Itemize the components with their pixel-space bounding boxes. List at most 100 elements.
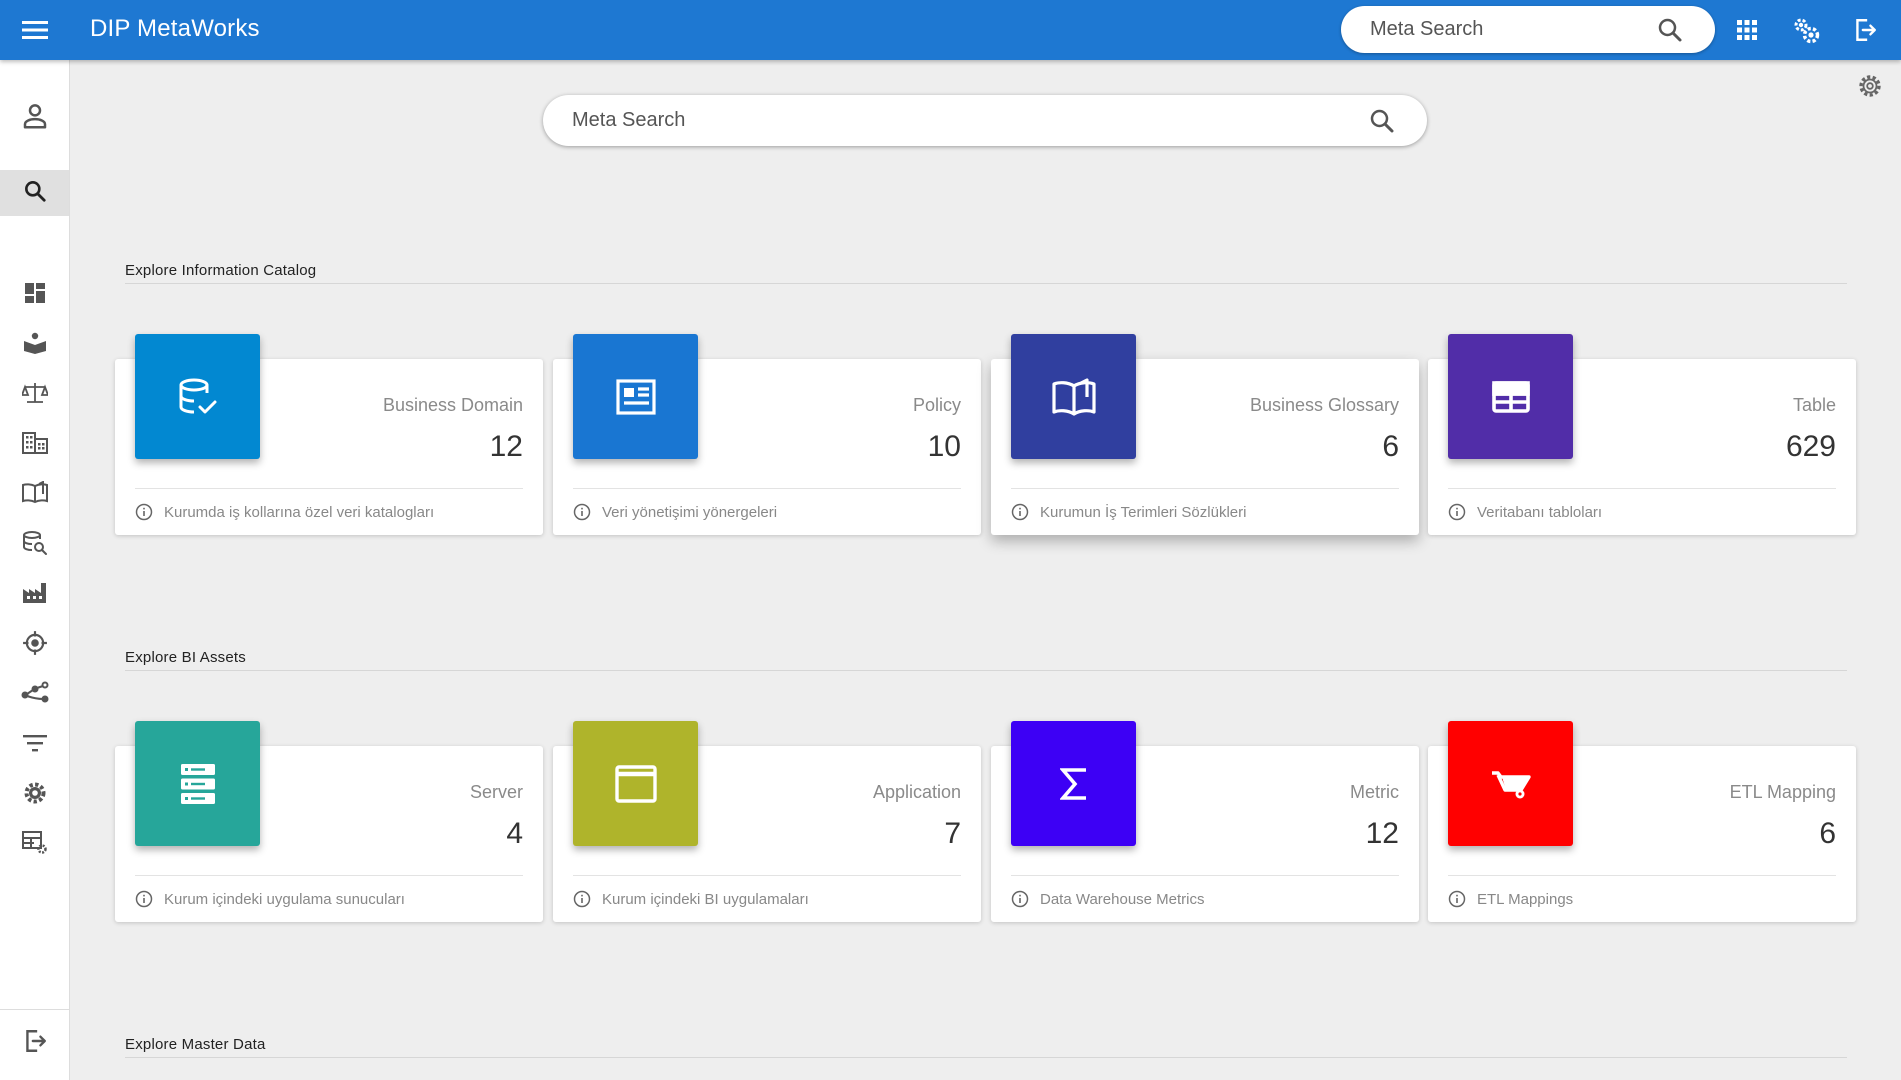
card-server[interactable]: Server 4 Kurum içindeki uygulama sunucul… <box>115 721 543 922</box>
info-icon <box>1448 503 1466 521</box>
card-application[interactable]: Application 7 Kurum içindeki BI uygulama… <box>553 721 981 922</box>
section-title-bi-assets: Explore BI Assets <box>125 649 246 666</box>
card-description: ETL Mappings <box>1477 890 1574 908</box>
top-app-bar: DIP MetaWorks <box>0 0 1901 60</box>
card-label: Table <box>1792 395 1836 415</box>
card-divider <box>573 875 961 876</box>
hamburger-menu-icon[interactable] <box>18 13 52 47</box>
lineage-icon <box>21 681 49 710</box>
card-description: Kurumun İş Terimleri Sözlükleri <box>1040 503 1247 521</box>
card-count: 10 <box>927 430 961 463</box>
logout-icon[interactable] <box>1848 13 1882 47</box>
card-label: Business Glossary <box>1249 395 1399 415</box>
card-label: Metric <box>1350 782 1399 802</box>
card-description: Veri yönetişimi yönergeleri <box>602 503 778 521</box>
table-settings-icon <box>21 830 49 861</box>
card-count: 6 <box>1819 817 1836 850</box>
info-icon <box>1448 890 1466 908</box>
card-footer: Kurumun İş Terimleri Sözlükleri <box>1011 503 1246 521</box>
reader-icon <box>23 331 47 360</box>
search-icon[interactable] <box>1655 15 1685 45</box>
card-description: Veritabanı tabloları <box>1477 503 1603 521</box>
card-label: Policy <box>912 395 961 415</box>
wheelbarrow-icon <box>1448 721 1573 846</box>
card-count: 4 <box>506 817 523 850</box>
server-icon <box>135 721 260 846</box>
nav-factory[interactable] <box>0 572 69 618</box>
card-business-glossary[interactable]: Business Glossary 6 Kurumun İş Terimleri… <box>991 334 1419 535</box>
card-count: 12 <box>1365 817 1399 850</box>
building-icon <box>21 431 48 460</box>
card-metric[interactable]: Metric 12 Data Warehouse Metrics <box>991 721 1419 922</box>
nav-lineage[interactable] <box>0 672 69 718</box>
table-icon <box>1448 334 1573 459</box>
open-book-icon <box>1011 334 1136 459</box>
database-check-icon <box>135 334 260 459</box>
card-label: Business Domain <box>382 395 523 415</box>
factory-icon <box>22 581 48 610</box>
card-count: 12 <box>489 430 523 463</box>
search-icon <box>22 178 48 209</box>
database-search-icon <box>22 530 48 561</box>
info-icon <box>573 890 591 908</box>
nav-reader[interactable] <box>0 322 69 368</box>
nav-policy-scale[interactable] <box>0 372 69 418</box>
nav-settings[interactable] <box>0 772 69 818</box>
card-etl-mapping[interactable]: ETL Mapping 6 ETL Mappings <box>1428 721 1856 922</box>
card-footer: Data Warehouse Metrics <box>1011 890 1205 908</box>
card-label: ETL Mapping <box>1729 782 1836 802</box>
nav-logout[interactable] <box>0 1020 69 1066</box>
search-icon[interactable] <box>1367 106 1397 136</box>
section-divider <box>125 670 1847 671</box>
section-title-master-data: Explore Master Data <box>125 1036 266 1053</box>
scale-icon <box>20 381 49 410</box>
section-title-information-catalog: Explore Information Catalog <box>125 262 317 279</box>
card-divider <box>573 488 961 489</box>
nav-filter[interactable] <box>0 722 69 768</box>
nav-profile[interactable] <box>0 92 69 144</box>
card-footer: Kurum içindeki uygulama sunucuları <box>135 890 405 908</box>
window-icon <box>573 721 698 846</box>
card-table[interactable]: Table 629 Veritabanı tabloları <box>1428 334 1856 535</box>
apps-grid-icon[interactable] <box>1730 13 1764 47</box>
section-divider <box>125 1057 1847 1058</box>
user-icon <box>20 101 50 136</box>
card-description: Kurum içindeki uygulama sunucuları <box>164 890 405 908</box>
card-footer: ETL Mappings <box>1448 890 1573 908</box>
gear-icon <box>22 780 48 811</box>
card-footer: Veri yönetişimi yönergeleri <box>573 503 777 521</box>
nav-glossary[interactable] <box>0 472 69 518</box>
card-count: 6 <box>1382 430 1399 463</box>
card-policy[interactable]: Policy 10 Veri yönetişimi yönergeleri <box>553 334 981 535</box>
info-icon <box>1011 890 1029 908</box>
card-description: Kurum içindeki BI uygulamaları <box>602 890 809 908</box>
meta-search-box <box>543 95 1427 146</box>
nav-organization[interactable] <box>0 422 69 468</box>
nav-target[interactable] <box>0 622 69 668</box>
card-footer: Veritabanı tabloları <box>1448 503 1602 521</box>
card-count: 7 <box>944 817 961 850</box>
app-title[interactable]: DIP MetaWorks <box>90 15 260 43</box>
card-divider <box>1448 488 1836 489</box>
meta-search-input[interactable] <box>572 106 1352 134</box>
card-label: Application <box>872 782 961 802</box>
card-divider <box>135 488 523 489</box>
gears-settings-icon[interactable] <box>1789 13 1823 47</box>
filter-icon <box>22 733 47 758</box>
card-count: 629 <box>1785 430 1836 463</box>
card-divider <box>1011 488 1399 489</box>
header-search-input[interactable] <box>1370 15 1660 43</box>
nav-database-search[interactable] <box>0 522 69 568</box>
page-settings-gear-icon[interactable] <box>1855 71 1885 101</box>
info-icon <box>135 890 153 908</box>
nav-dashboard[interactable] <box>0 272 69 318</box>
header-search-box <box>1341 6 1715 53</box>
card-description: Data Warehouse Metrics <box>1040 890 1205 908</box>
card-description: Kurumda iş kollarına özel veri katalogla… <box>164 503 435 521</box>
card-business-domain[interactable]: Business Domain 12 Kurumda iş kollarına … <box>115 334 543 535</box>
dashboard-icon <box>23 281 47 310</box>
left-nav-rail <box>0 60 70 1080</box>
nav-table-settings[interactable] <box>0 822 69 868</box>
sigma-icon <box>1011 721 1136 846</box>
nav-search[interactable] <box>0 170 69 216</box>
